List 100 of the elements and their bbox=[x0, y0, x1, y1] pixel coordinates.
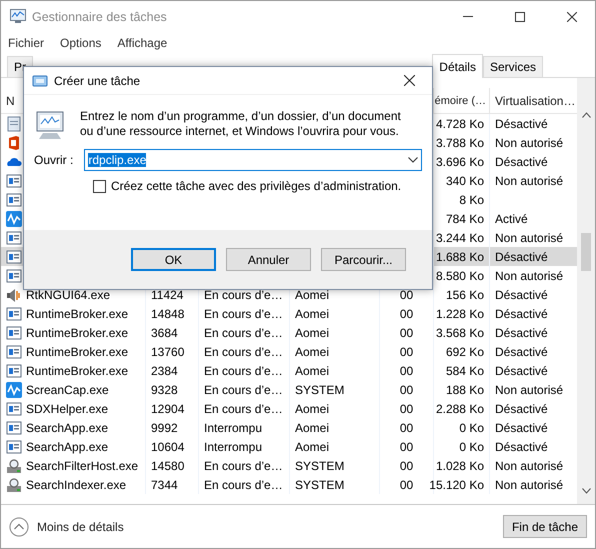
fewer-details-link[interactable]: Moins de détails bbox=[37, 520, 495, 534]
memory-cell: 584 Ko bbox=[446, 364, 484, 378]
virtualization-cell: Désactivé bbox=[495, 364, 548, 378]
column-header[interactable]: N bbox=[6, 94, 15, 108]
collapse-icon[interactable] bbox=[9, 516, 29, 536]
cpu-cell: 00 bbox=[400, 458, 414, 472]
process-name: RtkNGUI64.exe bbox=[26, 288, 110, 302]
process-name: SearchIndexer.exe bbox=[26, 478, 126, 492]
virtualization-cell: Désactivé bbox=[495, 288, 548, 302]
cpu-cell: 00 bbox=[400, 382, 414, 396]
pid-cell: 14580 bbox=[151, 458, 184, 472]
user-cell: Aomei bbox=[295, 288, 330, 302]
virtualization-cell: Non autorisé bbox=[495, 136, 564, 150]
close-icon bbox=[567, 12, 577, 22]
virtualization-cell: Non autorisé bbox=[495, 382, 564, 396]
pid-cell: 9328 bbox=[151, 382, 178, 396]
window-icon bbox=[6, 306, 22, 322]
memory-cell: 0 Ko bbox=[459, 440, 484, 454]
tab[interactable]: Détails bbox=[432, 54, 483, 78]
window-icon bbox=[6, 362, 22, 378]
minimize-icon bbox=[463, 16, 473, 17]
virtualization-cell: Désactivé bbox=[495, 250, 548, 264]
virtualization-cell: Désactivé bbox=[495, 306, 548, 320]
window-icon bbox=[6, 344, 22, 360]
memory-cell: 784 Ko bbox=[446, 212, 484, 226]
memory-cell: 3.788 Ko bbox=[436, 136, 484, 150]
user-cell: Aomei bbox=[295, 306, 330, 320]
app-icon bbox=[10, 9, 26, 24]
pid-cell: 14848 bbox=[151, 306, 184, 320]
scroll-thumb[interactable] bbox=[581, 233, 591, 271]
cpu-cell: 00 bbox=[400, 326, 414, 340]
window-icon bbox=[6, 400, 22, 416]
pid-cell: 10604 bbox=[151, 440, 184, 454]
dialog-button[interactable]: Parcourir... bbox=[321, 248, 406, 271]
cpu-cell: 00 bbox=[400, 402, 414, 416]
menu-item[interactable]: Options bbox=[60, 36, 102, 50]
virtualization-cell: Désactivé bbox=[495, 116, 548, 130]
scroll-down-icon[interactable] bbox=[582, 488, 590, 494]
pid-cell: 2384 bbox=[151, 364, 178, 378]
close-icon bbox=[404, 75, 414, 86]
pid-cell: 13760 bbox=[151, 344, 184, 358]
memory-cell: 3.568 Ko bbox=[436, 326, 484, 340]
memory-cell: 1.028 Ko bbox=[436, 458, 484, 472]
memory-cell: 156 Ko bbox=[446, 288, 484, 302]
memory-cell: 1.688 Ko bbox=[436, 250, 484, 264]
end-task-button[interactable]: Fin de tâche bbox=[502, 515, 587, 538]
memory-cell: 0 Ko bbox=[459, 420, 484, 434]
dialog-button[interactable]: Annuler bbox=[226, 248, 311, 271]
memory-cell: 15.120 Ko bbox=[429, 478, 484, 492]
search-icon bbox=[6, 458, 22, 474]
user-cell: Aomei bbox=[295, 344, 330, 358]
open-combo-field[interactable]: rdpclip.exe bbox=[84, 149, 422, 171]
column-header[interactable]: Virtualisation… bbox=[495, 94, 576, 108]
window-icon bbox=[6, 324, 22, 340]
user-cell: SYSTEM bbox=[295, 478, 344, 492]
admin-checkbox-label: Créez cette tâche avec des privilèges d’administration. bbox=[111, 179, 402, 193]
user-cell: Aomei bbox=[295, 364, 330, 378]
process-name: SDXHelper.exe bbox=[26, 402, 108, 416]
dialog-title: Créer une tâche bbox=[54, 74, 142, 88]
dialog-description: Entrez le nom d’un programme, d’un dossier, d’un document ou d’une ressource internet, et Windows l’ouvrira pour vous. bbox=[80, 109, 402, 140]
virtualization-cell: Non autorisé bbox=[495, 458, 564, 472]
column-header[interactable]: émoire (… bbox=[434, 94, 486, 106]
process-name: SearchFilterHost.exe bbox=[26, 458, 138, 472]
scrollbar[interactable] bbox=[577, 78, 595, 504]
memory-cell: 8.580 Ko bbox=[436, 268, 484, 282]
process-name: RuntimeBroker.exe bbox=[26, 326, 128, 340]
status-cell: En cours d’e… bbox=[204, 326, 283, 340]
scroll-up-icon[interactable] bbox=[582, 112, 590, 118]
status-cell: En cours d’e… bbox=[204, 478, 283, 492]
virtualization-cell: Non autorisé bbox=[495, 230, 564, 244]
office-icon bbox=[6, 134, 22, 150]
status-cell: Interrompu bbox=[204, 440, 262, 454]
dialog-button[interactable]: OK bbox=[131, 248, 216, 271]
status-cell: En cours d’e… bbox=[204, 402, 283, 416]
status-cell: En cours d’e… bbox=[204, 344, 283, 358]
memory-cell: 8 Ko bbox=[459, 192, 484, 206]
virtualization-cell: Désactivé bbox=[495, 402, 548, 416]
virtualization-cell: Non autorisé bbox=[495, 478, 564, 492]
cpu-cell: 00 bbox=[400, 344, 414, 358]
user-cell: Aomei bbox=[295, 440, 330, 454]
cpu-cell: 00 bbox=[400, 420, 414, 434]
tab[interactable]: Services bbox=[482, 56, 543, 77]
window-icon bbox=[6, 438, 22, 454]
menu-item[interactable]: Fichier bbox=[8, 36, 44, 50]
pid-cell: 9992 bbox=[151, 420, 178, 434]
maximize-icon bbox=[515, 12, 525, 22]
process-name: RuntimeBroker.exe bbox=[26, 344, 128, 358]
menu-item[interactable]: Affichage bbox=[117, 36, 168, 50]
user-cell: SYSTEM bbox=[295, 382, 344, 396]
admin-checkbox[interactable] bbox=[93, 180, 106, 192]
virtualization-cell: Désactivé bbox=[495, 326, 548, 340]
cpu-cell: 00 bbox=[400, 364, 414, 378]
notepad-icon bbox=[6, 116, 22, 132]
status-cell: Interrompu bbox=[204, 420, 262, 434]
dropdown-icon[interactable] bbox=[408, 157, 418, 163]
user-cell: Aomei bbox=[295, 402, 330, 416]
user-cell: Aomei bbox=[295, 420, 330, 434]
memory-cell: 2.288 Ko bbox=[436, 402, 484, 416]
process-name: RuntimeBroker.exe bbox=[26, 364, 128, 378]
memory-cell: 340 Ko bbox=[446, 174, 484, 188]
